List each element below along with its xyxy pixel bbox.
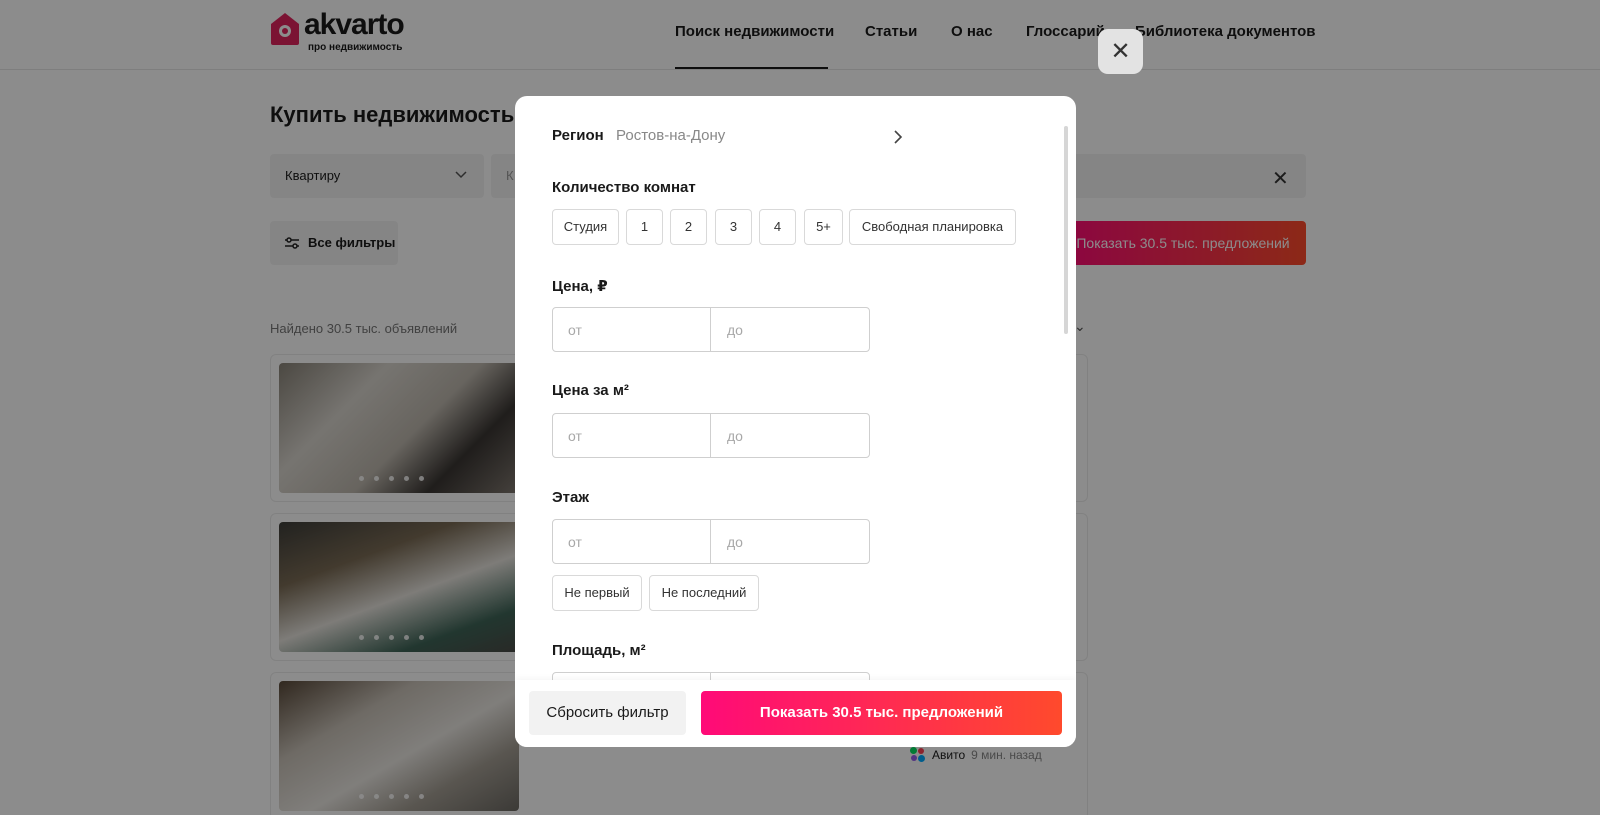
show-offers-button[interactable]: Показать 30.5 тыс. предложений — [701, 691, 1062, 735]
area-label: Площадь, м² — [552, 642, 646, 659]
room-option-1[interactable]: 1 — [626, 209, 663, 245]
region-value: Ростов-на-Дону — [616, 127, 726, 144]
floor-range — [552, 519, 870, 564]
region-selector[interactable]: Регион Ростов-на-Дону — [552, 127, 903, 147]
area-from-input[interactable] — [553, 673, 711, 680]
area-range — [552, 672, 870, 680]
price-per-m2-label: Цена за м² — [552, 382, 629, 399]
price-from-input[interactable] — [553, 308, 711, 351]
floor-from-input[interactable] — [553, 520, 711, 563]
filters-modal: Регион Ростов-на-Дону Количество комнат … — [515, 96, 1076, 747]
rooms-label: Количество комнат — [552, 179, 696, 196]
modal-footer: Сбросить фильтр Показать 30.5 тыс. предл… — [515, 680, 1076, 747]
reset-filter-button[interactable]: Сбросить фильтр — [529, 691, 686, 735]
price-per-m2-range — [552, 413, 870, 458]
filters-scroll-area: Регион Ростов-на-Дону Количество комнат … — [515, 96, 1076, 680]
area-to-input[interactable] — [712, 673, 870, 680]
room-option-5plus[interactable]: 5+ — [804, 209, 843, 245]
room-option-studio[interactable]: Студия — [552, 209, 619, 245]
chevron-right-icon — [894, 130, 903, 144]
floor-option-not-first[interactable]: Не первый — [552, 575, 642, 611]
room-option-3[interactable]: 3 — [715, 209, 752, 245]
floor-label: Этаж — [552, 489, 589, 506]
region-label: Регион — [552, 127, 604, 144]
modal-scrollbar[interactable] — [1064, 126, 1068, 334]
room-option-4[interactable]: 4 — [759, 209, 796, 245]
room-option-free-layout[interactable]: Свободная планировка — [849, 209, 1016, 245]
price-per-m2-to-input[interactable] — [712, 414, 870, 457]
close-modal-button[interactable]: ✕ — [1098, 29, 1143, 74]
price-per-m2-from-input[interactable] — [553, 414, 711, 457]
price-to-input[interactable] — [712, 308, 870, 351]
floor-option-not-last[interactable]: Не последний — [649, 575, 759, 611]
price-label: Цена, ₽ — [552, 278, 608, 295]
floor-to-input[interactable] — [712, 520, 870, 563]
price-range — [552, 307, 870, 352]
room-option-2[interactable]: 2 — [670, 209, 707, 245]
